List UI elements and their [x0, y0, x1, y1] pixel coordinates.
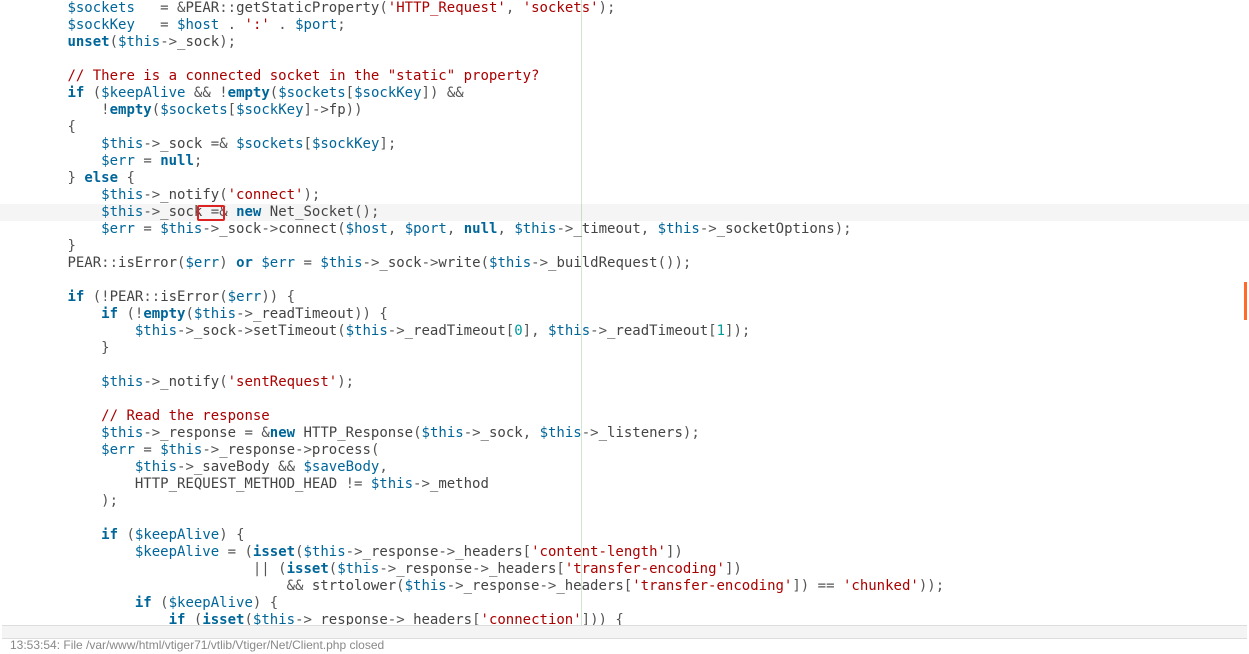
code-line[interactable]: $err = $this->_response->process(: [0, 442, 1249, 459]
code-line[interactable]: $keepAlive = (isset($this->_response->_h…: [0, 544, 1249, 561]
code-line[interactable]: $err = $this->_sock->connect($host, $por…: [0, 221, 1249, 238]
code-line[interactable]: [0, 272, 1249, 289]
code-line[interactable]: {: [0, 119, 1249, 136]
code-line[interactable]: [0, 357, 1249, 374]
code-line[interactable]: !empty($sockets[$sockKey]->fp)): [0, 102, 1249, 119]
code-line[interactable]: if (!empty($this->_readTimeout)) {: [0, 306, 1249, 323]
code-line[interactable]: $sockKey = $host . ':' . $port;: [0, 17, 1249, 34]
code-line[interactable]: [0, 510, 1249, 527]
code-line[interactable]: if ($keepAlive) {: [0, 595, 1249, 612]
code-line[interactable]: $err = null;: [0, 153, 1249, 170]
code-line[interactable]: $this->_sock->setTimeout($this->_readTim…: [0, 323, 1249, 340]
code-line[interactable]: $this->_saveBody && $saveBody,: [0, 459, 1249, 476]
code-line[interactable]: $this->_sock =& $sockets[$sockKey];: [0, 136, 1249, 153]
code-line[interactable]: [0, 391, 1249, 408]
code-line[interactable]: if (!PEAR::isError($err)) {: [0, 289, 1249, 306]
code-line[interactable]: if ($keepAlive) {: [0, 527, 1249, 544]
code-line[interactable]: $this->_notify('sentRequest');: [0, 374, 1249, 391]
code-line[interactable]: unset($this->_sock);: [0, 34, 1249, 51]
code-line[interactable]: } else {: [0, 170, 1249, 187]
code-line[interactable]: $sockets = &PEAR::getStaticProperty('HTT…: [0, 0, 1249, 17]
code-editor[interactable]: $sockets = &PEAR::getStaticProperty('HTT…: [0, 0, 1249, 625]
code-line[interactable]: // There is a connected socket in the "s…: [0, 68, 1249, 85]
code-line[interactable]: if (isset($this->_response->_headers['co…: [0, 612, 1249, 625]
code-line[interactable]: }: [0, 238, 1249, 255]
code-line[interactable]: [0, 51, 1249, 68]
code-line[interactable]: HTTP_REQUEST_METHOD_HEAD != $this->_meth…: [0, 476, 1249, 493]
code-line[interactable]: $this->_response = &new HTTP_Response($t…: [0, 425, 1249, 442]
code-line[interactable]: || (isset($this->_response->_headers['tr…: [0, 561, 1249, 578]
code-line[interactable]: if ($keepAlive && !empty($sockets[$sockK…: [0, 85, 1249, 102]
code-line[interactable]: && strtolower($this->_response->_headers…: [0, 578, 1249, 595]
minimap-marker: [1244, 282, 1247, 320]
code-line[interactable]: }: [0, 340, 1249, 357]
code-line[interactable]: $this->_notify('connect');: [0, 187, 1249, 204]
code-line[interactable]: // Read the response: [0, 408, 1249, 425]
print-margin-guide: [581, 0, 582, 625]
code-line[interactable]: );: [0, 493, 1249, 510]
code-line[interactable]: $this->_sock =& new Net_Socket();: [0, 204, 1249, 221]
code-line[interactable]: PEAR::isError($err) or $err = $this->_so…: [0, 255, 1249, 272]
